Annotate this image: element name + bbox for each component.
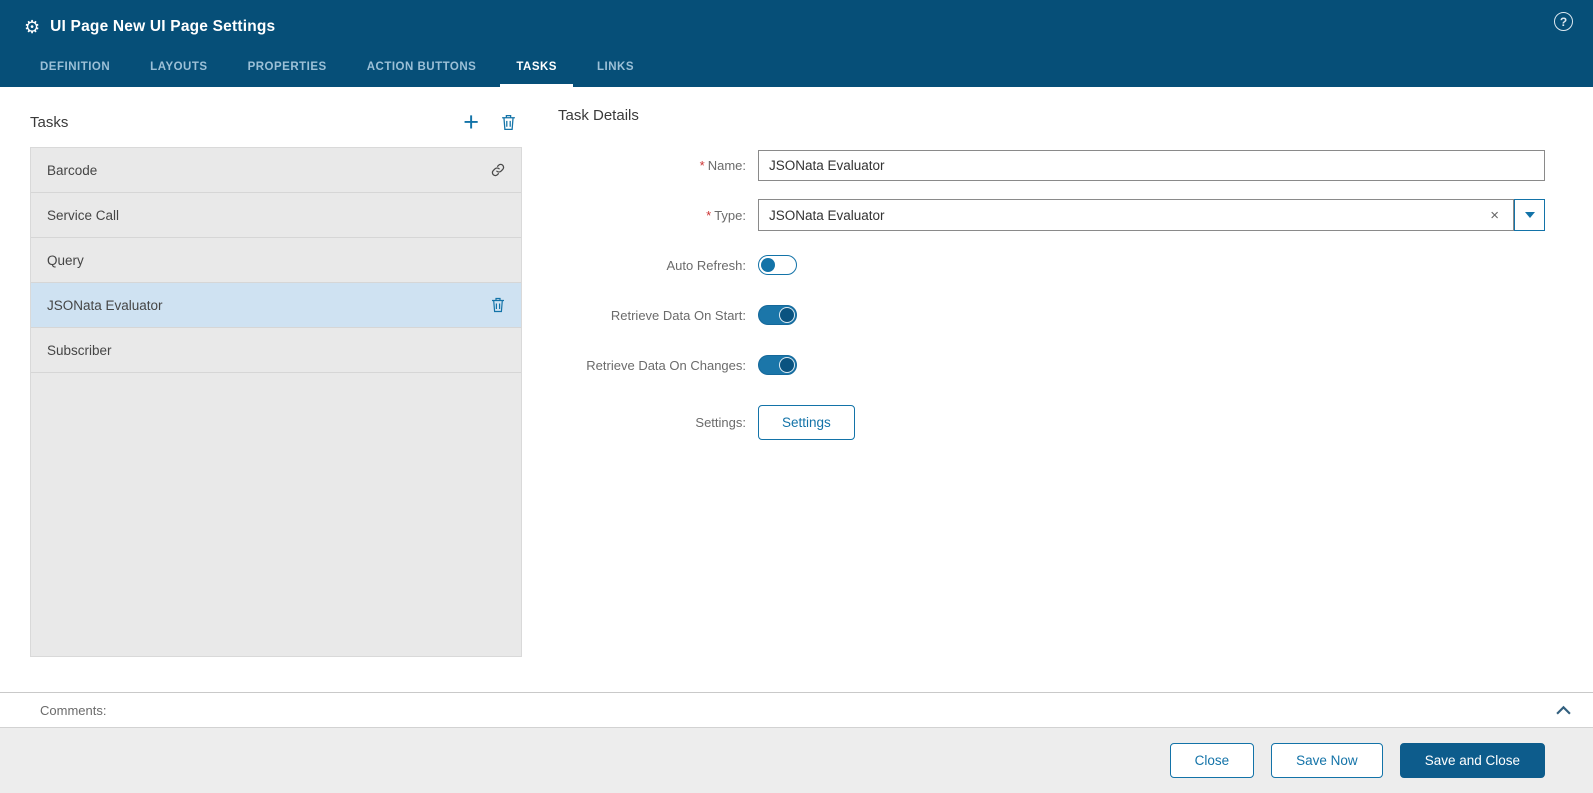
task-row-service-call[interactable]: Service Call [31,193,521,238]
type-select: JSONata Evaluator × [758,199,1545,231]
main-content: Tasks + Barcode Service Call Query JSONa… [0,87,1593,692]
trash-icon [502,114,515,130]
delete-task-button[interactable] [501,114,516,131]
retrieve-changes-label: Retrieve Data On Changes: [586,357,746,373]
toggle-knob [761,258,775,272]
type-row: * Type: JSONata Evaluator × [558,199,1545,231]
task-list: Barcode Service Call Query JSONata Evalu… [30,147,522,657]
collapse-chevron-up-icon[interactable] [1556,705,1571,715]
close-button[interactable]: Close [1169,743,1255,778]
add-task-button[interactable]: + [463,109,479,136]
task-details-title: Task Details [558,107,639,124]
delete-row-button[interactable] [491,297,505,313]
help-icon[interactable]: ? [1554,12,1573,31]
tab-layouts[interactable]: LAYOUTS [134,53,223,87]
tab-bar: DEFINITION LAYOUTS PROPERTIES ACTION BUT… [0,42,1593,87]
toggle-knob [780,308,794,322]
name-input[interactable] [758,149,1545,181]
save-now-button[interactable]: Save Now [1271,743,1383,778]
comments-bar: Comments: [0,692,1593,727]
tasks-panel-title: Tasks [30,113,69,131]
retrieve-start-row: Retrieve Data On Start: [558,299,1545,331]
type-select-box[interactable]: JSONata Evaluator × [758,199,1514,231]
chevron-down-icon [1524,212,1535,218]
page-title: UI Page New UI Page Settings [50,18,276,35]
auto-refresh-row: Auto Refresh: [558,249,1545,281]
trash-icon [492,297,504,313]
name-row: * Name: [558,149,1545,181]
tab-tasks[interactable]: TASKS [500,53,573,87]
retrieve-data-on-changes-toggle[interactable] [758,355,797,375]
footer: Close Save Now Save and Close [0,727,1593,793]
header-title-row: ⚙ UI Page New UI Page Settings ? [0,0,1593,42]
name-label-text: Name: [707,157,746,173]
save-and-close-button[interactable]: Save and Close [1399,743,1545,778]
task-row-label: Service Call [47,207,120,223]
auto-refresh-label: Auto Refresh: [666,257,747,273]
link-icon[interactable] [491,163,505,177]
header: ⚙ UI Page New UI Page Settings ? DEFINIT… [0,0,1593,87]
tab-definition[interactable]: DEFINITION [24,53,126,87]
tab-action-buttons[interactable]: ACTION BUTTONS [351,53,493,87]
settings-button[interactable]: Settings [758,405,855,440]
retrieve-data-on-start-toggle[interactable] [758,305,797,325]
type-label-text: Type: [714,207,746,223]
settings-row: Settings: Settings [558,405,1545,440]
task-details-panel: Task Details *Name: *Type: JSONata Evalu… [558,107,1545,692]
task-row-label: Query [47,252,84,268]
tasks-panel-header: Tasks + [30,107,522,137]
comments-label: Comments: [40,702,107,718]
task-row-label: JSONata Evaluator [47,297,163,313]
required-asterisk: * [699,157,705,173]
tasks-panel: Tasks + Barcode Service Call Query JSONa… [30,107,522,692]
task-row-query[interactable]: Query [31,238,521,283]
task-row-label: Subscriber [47,342,112,358]
dropdown-arrow-button[interactable] [1514,199,1545,231]
clear-icon[interactable]: × [1484,207,1505,224]
task-row-jsonata-evaluator[interactable]: JSONata Evaluator [31,283,521,328]
tab-properties[interactable]: PROPERTIES [232,53,343,87]
auto-refresh-toggle[interactable] [758,255,797,275]
task-row-barcode[interactable]: Barcode [31,148,521,193]
settings-label: Settings: [695,415,746,430]
type-select-value: JSONata Evaluator [769,207,885,223]
tab-links[interactable]: LINKS [581,53,650,87]
retrieve-changes-row: Retrieve Data On Changes: [558,349,1545,381]
toggle-knob [780,358,794,372]
required-asterisk: * [706,207,712,223]
retrieve-start-label: Retrieve Data On Start: [610,307,746,323]
gear-icon[interactable]: ⚙ [24,18,40,36]
type-label: * Type: [558,208,758,223]
task-row-label: Barcode [47,162,98,178]
name-label: * Name: [558,158,758,173]
task-row-subscriber[interactable]: Subscriber [31,328,521,373]
